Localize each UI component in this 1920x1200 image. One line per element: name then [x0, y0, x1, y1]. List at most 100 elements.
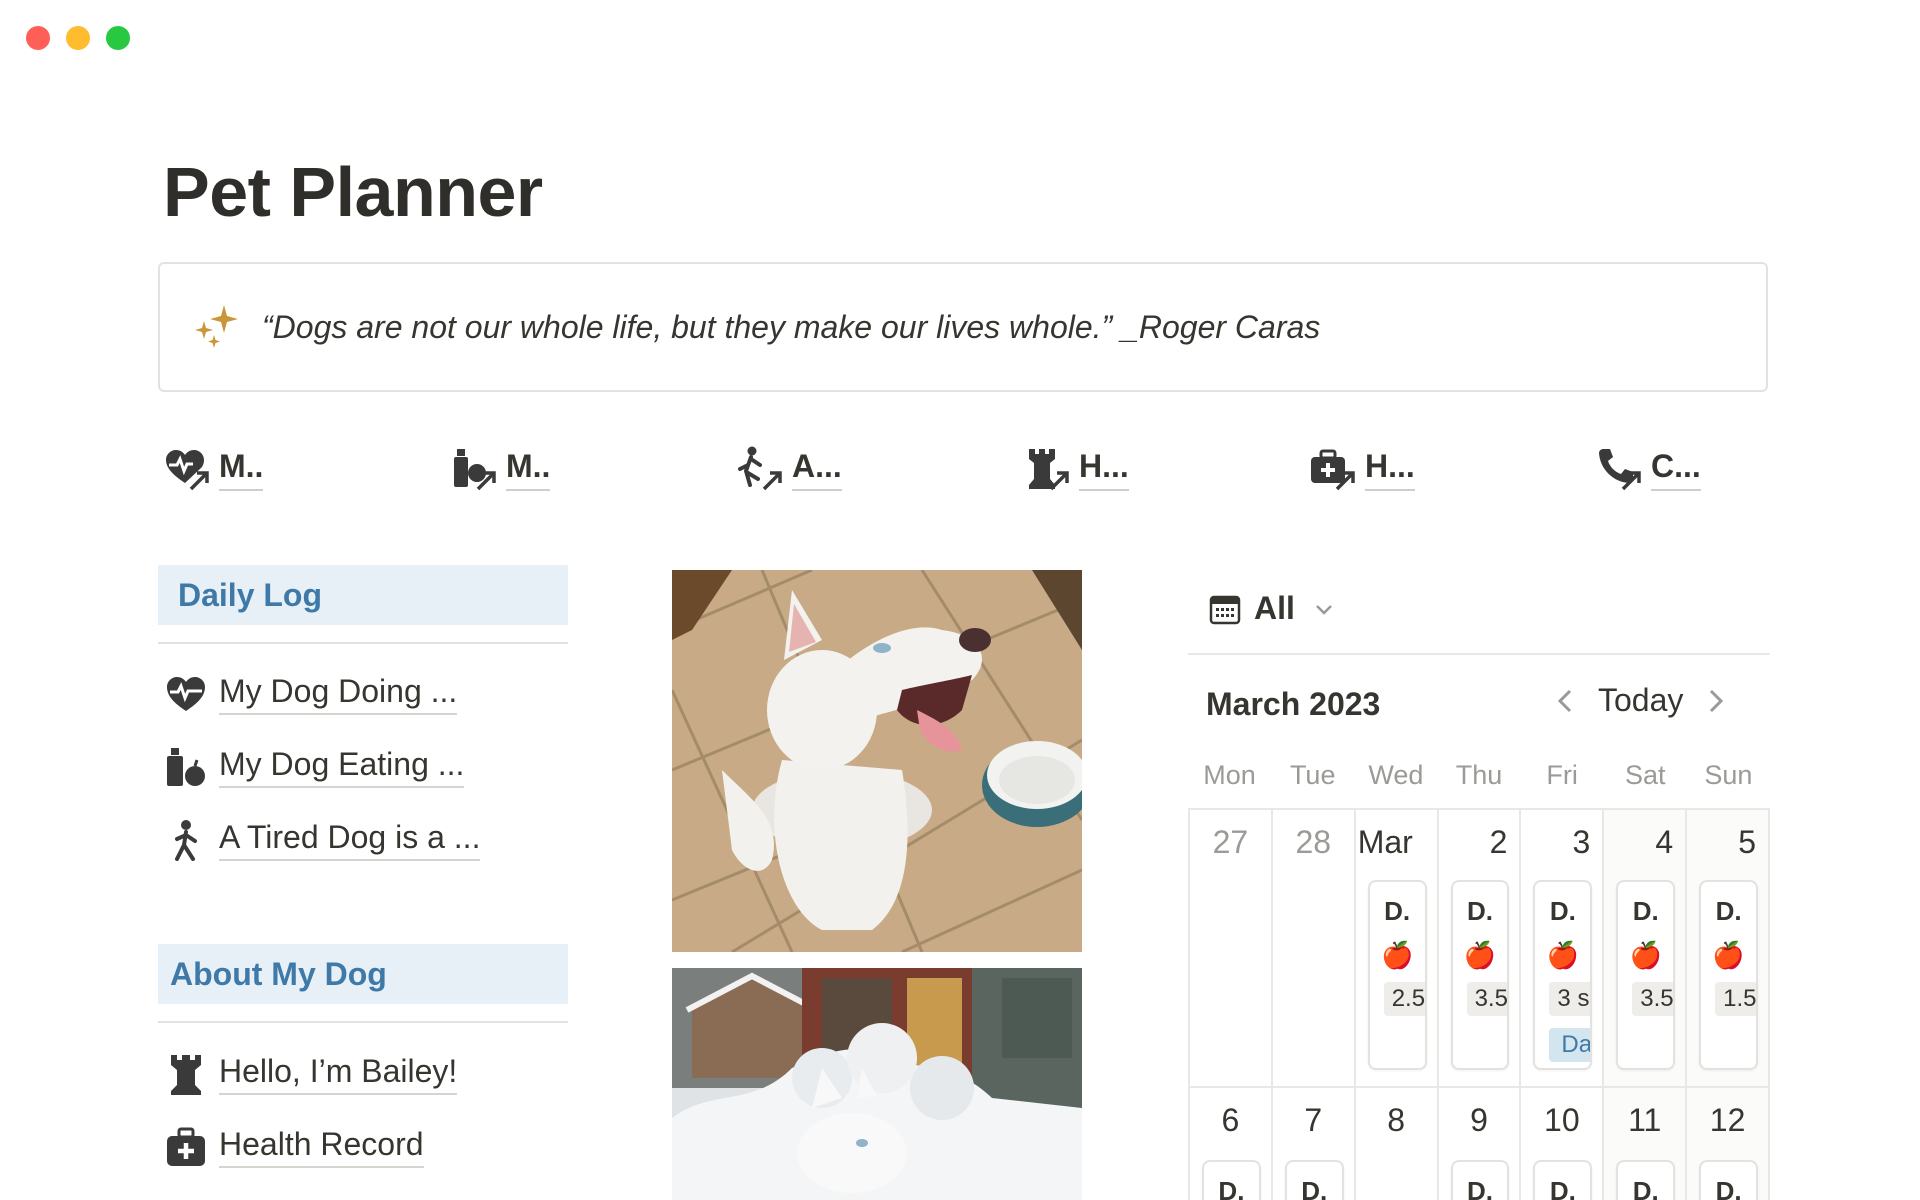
food-icon [167, 748, 205, 786]
daily-log-heading: Daily Log [158, 565, 568, 625]
calendar-entry-card[interactable]: D. 🍎 3.5 [1616, 880, 1676, 1070]
filter-label: All [1254, 590, 1295, 626]
day-number: 11 [1628, 1102, 1662, 1138]
dog-photo-snow [672, 968, 1082, 1200]
day-number: 4 [1655, 824, 1674, 860]
heart-pulse-arrow-icon [166, 450, 209, 491]
about-item-health-record[interactable]: Health Record [165, 1126, 424, 1168]
quick-link-hello[interactable]: H... [1023, 445, 1129, 493]
quick-link-label: M.. [506, 448, 551, 491]
divider [1188, 653, 1770, 655]
close-window-button[interactable] [26, 26, 50, 50]
divider [158, 642, 568, 644]
calendar-day-cell[interactable]: 11 D. [1604, 1088, 1688, 1200]
calendar-day-cell[interactable]: 2 D. 🍎 3.5 [1438, 810, 1522, 1088]
card-title: D. [1632, 1176, 1659, 1200]
divider [158, 1021, 568, 1023]
calendar-view-filter[interactable]: All [1208, 590, 1335, 627]
calendar-entry-card[interactable]: D. [1202, 1160, 1261, 1200]
weekday-label: Mon [1203, 760, 1256, 790]
medkit-arrow-icon [1311, 449, 1355, 491]
card-title: D. [1466, 1176, 1493, 1200]
calendar-entry-card[interactable]: D. 🍎 3.5 [1450, 880, 1510, 1070]
nav-item-label: A Tired Dog is a ... [219, 819, 481, 861]
card-value: 3.5 [1632, 982, 1674, 1016]
card-value: 3.5 [1466, 982, 1508, 1016]
window-controls [26, 26, 130, 50]
maximize-window-button[interactable] [106, 26, 130, 50]
card-value: 2.5 [1383, 982, 1425, 1016]
daily-log-item-doing[interactable]: My Dog Doing ... [165, 673, 458, 715]
calendar-entry-card[interactable]: D. [1284, 1160, 1344, 1200]
calendar-entry-card[interactable]: D. [1450, 1160, 1510, 1200]
card-title: D. [1301, 1176, 1328, 1200]
calendar-day-cell[interactable]: 28 [1272, 810, 1356, 1088]
today-button[interactable]: Today [1598, 682, 1683, 719]
card-title: D. [1715, 896, 1742, 926]
calendar-entry-card[interactable]: D. 🍎 3 s Da [1533, 880, 1593, 1070]
card-value: 1.5 [1715, 982, 1756, 1016]
card-value: 3 s [1549, 982, 1591, 1016]
daily-log-item-tired[interactable]: A Tired Dog is a ... [165, 819, 481, 861]
card-title: D. [1632, 896, 1659, 926]
calendar-day-cell[interactable]: 6 D. [1190, 1088, 1273, 1200]
calendar-entry-card[interactable]: D. [1699, 1160, 1758, 1200]
day-number: 12 [1709, 1102, 1746, 1138]
day-number: 10 [1544, 1102, 1580, 1138]
weekday-label: Thu [1455, 760, 1503, 790]
quick-link-health-record[interactable]: H... [1309, 445, 1415, 493]
phone-arrow-icon [1599, 449, 1641, 491]
quick-link-contacts[interactable]: C... [1595, 445, 1701, 493]
calendar-day-cell[interactable]: 4 D. 🍎 3.5 [1604, 810, 1688, 1088]
castle-arrow-icon [1029, 449, 1069, 491]
nav-item-label: My Dog Eating ... [219, 746, 465, 788]
calendar-day-cell[interactable]: 3 D. 🍎 3 s Da [1521, 810, 1605, 1088]
quick-link-activity[interactable]: A... [736, 445, 842, 493]
calendar-day-cell[interactable]: 7 D. [1273, 1088, 1356, 1200]
calendar-entry-card[interactable]: D. 🍎 2.5 [1367, 880, 1427, 1070]
calendar-day-cell[interactable]: 27 [1190, 810, 1273, 1088]
quick-link-label: A... [792, 448, 842, 491]
card-title: D. [1549, 896, 1576, 926]
quick-links-row: M.. M.. A... H... H... C... [163, 445, 1723, 495]
calendar-day-cell[interactable]: Mar D. 🍎 2.5 [1355, 810, 1439, 1088]
minimize-window-button[interactable] [66, 26, 90, 50]
calendar-day-cell[interactable]: 9 D. [1439, 1088, 1522, 1200]
quick-link-label: M.. [219, 448, 264, 491]
page-title: Pet Planner [163, 153, 543, 231]
day-number: 3 [1572, 824, 1591, 860]
castle-icon [171, 1055, 201, 1095]
calendar-day-cell[interactable]: 5 D. 🍎 1.5 [1687, 810, 1770, 1088]
calendar-entry-card[interactable]: D. [1616, 1160, 1676, 1200]
quick-link-food[interactable]: M.. [450, 445, 551, 493]
day-number: 5 [1738, 824, 1756, 860]
apple-icon: 🍎 [1463, 940, 1497, 970]
card-title: D. [1384, 896, 1411, 926]
calendar-entry-card[interactable]: D. 🍎 1.5 [1699, 880, 1758, 1070]
weekday-label: Tue [1289, 760, 1336, 790]
daily-log-item-eating[interactable]: My Dog Eating ... [165, 746, 465, 788]
calendar-navigation: Today [1552, 682, 1729, 719]
walker-icon [175, 820, 197, 861]
card-title: D. [1549, 1176, 1576, 1200]
apple-icon: 🍎 [1546, 940, 1580, 970]
weekday-label: Sat [1625, 760, 1666, 790]
heart-pulse-icon [167, 677, 205, 711]
quick-link-health[interactable]: M.. [163, 445, 264, 493]
about-item-hello[interactable]: Hello, I’m Bailey! [165, 1053, 458, 1095]
quick-link-label: H... [1079, 448, 1129, 491]
calendar-entry-card[interactable]: D. [1533, 1160, 1593, 1200]
food-arrow-icon [454, 449, 496, 491]
chevron-right-icon[interactable] [1701, 687, 1729, 715]
chevron-left-icon[interactable] [1552, 687, 1580, 715]
weekday-label: Wed [1368, 760, 1424, 790]
medkit-icon [167, 1127, 205, 1166]
walker-arrow-icon [738, 446, 782, 491]
day-number: 6 [1221, 1102, 1240, 1138]
chevron-down-icon [1316, 604, 1332, 615]
calendar-day-cell[interactable]: 10 D. [1521, 1088, 1605, 1200]
quick-link-label: C... [1651, 448, 1701, 491]
quote-callout: “Dogs are not our whole life, but they m… [158, 262, 1768, 392]
calendar-day-cell[interactable]: 12 D. [1687, 1088, 1770, 1200]
calendar-day-cell[interactable]: 8 [1356, 1088, 1439, 1200]
